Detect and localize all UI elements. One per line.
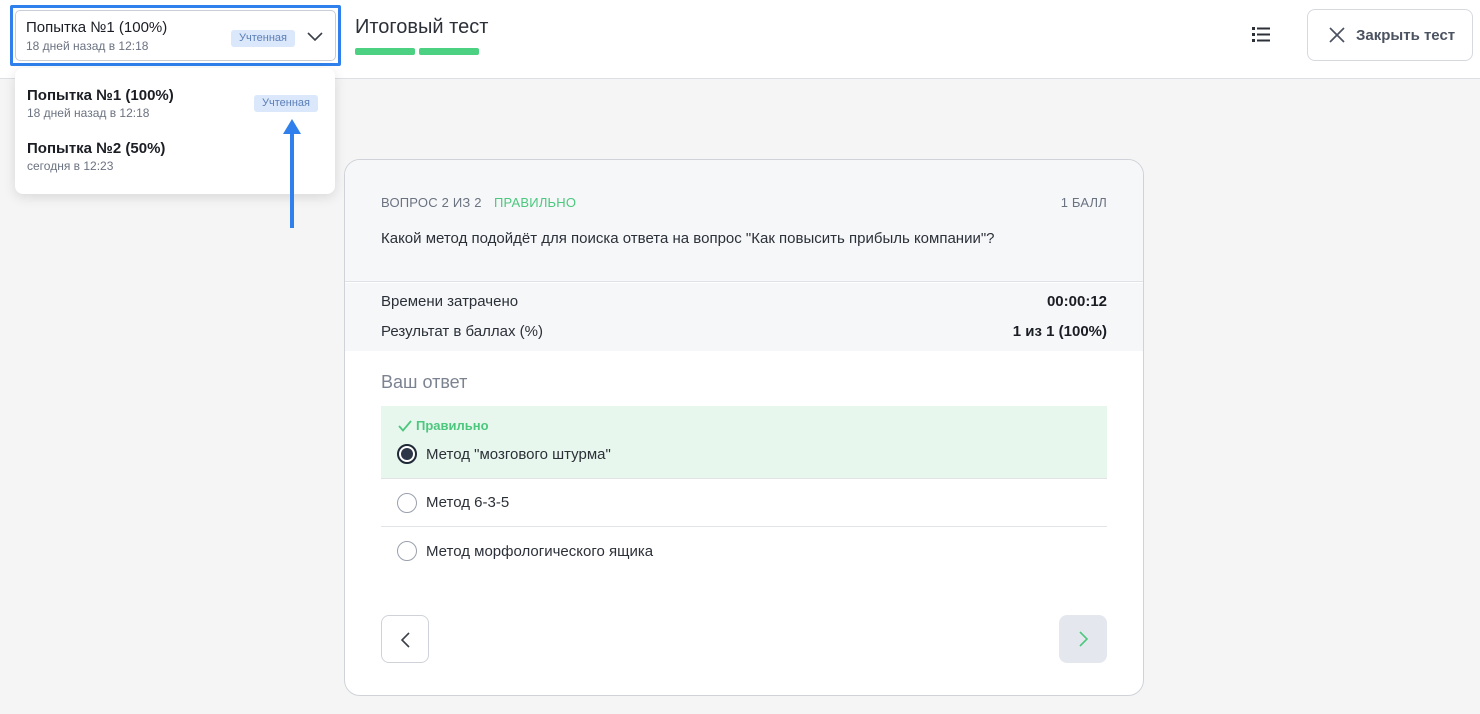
radio-button[interactable] <box>397 444 417 464</box>
correct-tag-label: Правильно <box>416 418 489 433</box>
answer-option-label: Метод "мозгового штурма" <box>426 445 611 463</box>
question-status: ПРАВИЛЬНО <box>494 195 577 210</box>
counted-badge: Учтенная <box>231 30 295 47</box>
question-text: Какой метод подойдёт для поиска ответа н… <box>381 230 995 247</box>
answer-option[interactable]: Метод морфологического ящика <box>381 527 1107 575</box>
chevron-down-icon[interactable] <box>307 30 323 42</box>
answer-options: Правильно Метод "мозгового штурма" Метод… <box>381 406 1107 575</box>
chevron-right-icon <box>1079 631 1089 647</box>
question-points: 1 БАЛЛ <box>1060 195 1107 210</box>
next-question-button[interactable] <box>1059 615 1107 663</box>
chevron-left-icon <box>400 632 410 648</box>
attempt-option-subtitle: сегодня в 12:23 <box>27 159 114 173</box>
radio-button[interactable] <box>397 492 417 513</box>
attempt-select-box[interactable]: Попытка №1 (100%) 18 дней назад в 12:18 … <box>15 10 336 61</box>
list-icon[interactable] <box>1246 20 1276 50</box>
attempt-option-title: Попытка №2 (50%) <box>27 140 166 157</box>
answer-option-label: Метод морфологического ящика <box>426 542 654 560</box>
counted-badge: Учтенная <box>254 95 318 112</box>
progress-bar <box>355 48 479 55</box>
arrow-up-icon <box>283 119 301 228</box>
check-icon <box>398 419 412 432</box>
attempt-select[interactable]: Попытка №1 (100%) 18 дней назад в 12:18 … <box>10 5 341 66</box>
progress-segment <box>355 48 415 55</box>
question-counter: ВОПРОС 2 ИЗ 2 <box>381 195 482 210</box>
score-value: 1 из 1 (100%) <box>1012 323 1107 340</box>
correct-tag: Правильно <box>398 418 489 433</box>
answer-option[interactable]: Правильно Метод "мозгового штурма" <box>381 406 1107 479</box>
attempt-option-1[interactable]: Попытка №1 (100%) 18 дней назад в 12:18 <box>27 87 174 120</box>
close-test-button[interactable]: Закрыть тест <box>1307 9 1473 61</box>
question-header: ВОПРОС 2 ИЗ 2 ПРАВИЛЬНО 1 БАЛЛ Какой мет… <box>345 160 1143 282</box>
close-icon <box>1329 27 1345 43</box>
stats-panel: Времени затрачено 00:00:12 Результат в б… <box>345 283 1143 351</box>
time-value: 00:00:12 <box>1046 293 1107 310</box>
time-label: Времени затрачено <box>381 293 519 310</box>
answer-option[interactable]: Метод 6-3-5 <box>381 479 1107 527</box>
attempt-option-2[interactable]: Попытка №2 (50%) сегодня в 12:23 <box>27 140 165 173</box>
attempt-option-title: Попытка №1 (100%) <box>27 87 174 104</box>
score-row: Результат в баллах (%) 1 из 1 (100%) <box>381 323 1107 340</box>
time-row: Времени затрачено 00:00:12 <box>381 293 1107 310</box>
score-label: Результат в баллах (%) <box>381 323 543 340</box>
answer-heading: Ваш ответ <box>381 372 468 392</box>
answer-option-label: Метод 6-3-5 <box>426 494 510 511</box>
page-title: Итоговый тест <box>355 16 489 38</box>
radio-button[interactable] <box>397 541 417 561</box>
attempt-option-subtitle: 18 дней назад в 12:18 <box>27 106 150 120</box>
question-card: ВОПРОС 2 ИЗ 2 ПРАВИЛЬНО 1 БАЛЛ Какой мет… <box>344 159 1144 696</box>
prev-question-button[interactable] <box>381 615 429 663</box>
progress-segment <box>419 48 479 55</box>
close-test-label: Закрыть тест <box>1356 26 1456 44</box>
